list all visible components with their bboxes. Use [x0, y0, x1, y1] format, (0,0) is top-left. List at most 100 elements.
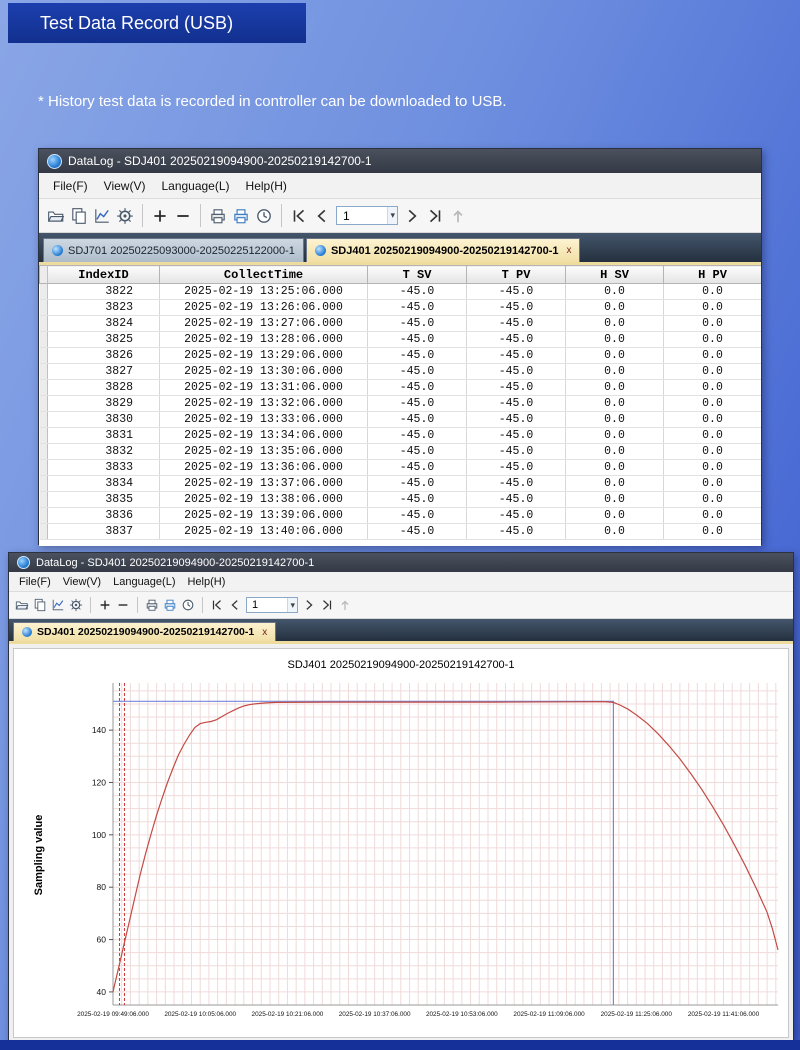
- tab-sdj401[interactable]: SDJ401 20250219094900-20250219142700-1 x: [13, 622, 276, 641]
- open-icon[interactable]: [15, 598, 29, 612]
- timer-icon[interactable]: [255, 207, 273, 225]
- cell: 0.0: [566, 380, 664, 396]
- cell: 3835: [48, 492, 160, 508]
- table-row[interactable]: 38372025-02-19 13:40:06.000-45.0-45.00.0…: [40, 524, 762, 540]
- remove-icon[interactable]: [174, 207, 192, 225]
- prev-page-icon[interactable]: [313, 207, 331, 225]
- menubar: File(F)View(V)Language(L)Help(H): [9, 572, 793, 592]
- copy-icon[interactable]: [33, 598, 47, 612]
- menubar: File(F)View(V)Language(L)Help(H): [39, 173, 761, 199]
- table-row[interactable]: 38352025-02-19 13:38:06.000-45.0-45.00.0…: [40, 492, 762, 508]
- column-header[interactable]: CollectTime: [160, 266, 368, 284]
- cell: 0.0: [566, 364, 664, 380]
- add-icon[interactable]: [98, 598, 112, 612]
- copy-icon[interactable]: [70, 207, 88, 225]
- cell: 0.0: [664, 444, 762, 460]
- print-all-icon[interactable]: [232, 207, 250, 225]
- last-page-icon[interactable]: [426, 207, 444, 225]
- page-number-input[interactable]: 1▾: [246, 597, 298, 613]
- remove-icon[interactable]: [116, 598, 130, 612]
- menu-file[interactable]: File(F): [13, 575, 57, 589]
- table-row[interactable]: 38272025-02-19 13:30:06.000-45.0-45.00.0…: [40, 364, 762, 380]
- svg-text:2025-02-19 11:09:06.000: 2025-02-19 11:09:06.000: [513, 1011, 585, 1018]
- print-all-icon[interactable]: [163, 598, 177, 612]
- chart-icon[interactable]: [93, 207, 111, 225]
- cell: 0.0: [566, 428, 664, 444]
- table-row[interactable]: 38242025-02-19 13:27:06.000-45.0-45.00.0…: [40, 316, 762, 332]
- first-page-icon[interactable]: [290, 207, 308, 225]
- page-number-input[interactable]: 1▾: [336, 206, 398, 225]
- chart-title: SDJ401 20250219094900-20250219142700-1: [14, 649, 788, 673]
- table-row[interactable]: 38322025-02-19 13:35:06.000-45.0-45.00.0…: [40, 444, 762, 460]
- prev-page-icon[interactable]: [228, 598, 242, 612]
- close-tab-icon[interactable]: x: [566, 245, 571, 256]
- close-tab-icon[interactable]: x: [262, 627, 267, 638]
- column-header[interactable]: T SV: [368, 266, 467, 284]
- table-row[interactable]: 38312025-02-19 13:34:06.000-45.0-45.00.0…: [40, 428, 762, 444]
- dropdown-arrow-icon[interactable]: ▾: [287, 598, 297, 612]
- datalog-tab-icon: [22, 627, 32, 637]
- row-gutter: [40, 380, 48, 396]
- first-page-icon[interactable]: [210, 598, 224, 612]
- cell: 2025-02-19 13:27:06.000: [160, 316, 368, 332]
- cell: 3824: [48, 316, 160, 332]
- column-header[interactable]: T PV: [467, 266, 566, 284]
- column-header[interactable]: H PV: [664, 266, 762, 284]
- last-page-icon[interactable]: [320, 598, 334, 612]
- settings-icon[interactable]: [116, 207, 134, 225]
- active-tab-underline: [9, 641, 793, 644]
- titlebar[interactable]: DataLog - SDJ401 20250219094900-20250219…: [9, 553, 793, 572]
- menu-help[interactable]: Help(H): [181, 575, 231, 589]
- dropdown-arrow-icon[interactable]: ▾: [387, 207, 397, 224]
- chart-icon[interactable]: [51, 598, 65, 612]
- next-page-icon[interactable]: [302, 598, 316, 612]
- tab-sdj701[interactable]: SDJ701 20250225093000-20250225122000-1: [43, 238, 304, 262]
- cell: -45.0: [467, 524, 566, 540]
- tab-sdj401[interactable]: SDJ401 20250219094900-20250219142700-1 x: [306, 238, 581, 262]
- cell: 0.0: [566, 508, 664, 524]
- table-row[interactable]: 38232025-02-19 13:26:06.000-45.0-45.00.0…: [40, 300, 762, 316]
- table-row[interactable]: 38302025-02-19 13:33:06.000-45.0-45.00.0…: [40, 412, 762, 428]
- menu-view[interactable]: View(V): [57, 575, 107, 589]
- row-gutter: [40, 348, 48, 364]
- cell: 2025-02-19 13:38:06.000: [160, 492, 368, 508]
- row-gutter-header: [40, 266, 48, 284]
- menu-file[interactable]: File(F): [45, 177, 96, 195]
- timer-icon[interactable]: [181, 598, 195, 612]
- cell: -45.0: [368, 492, 467, 508]
- cell: -45.0: [467, 396, 566, 412]
- svg-text:2025-02-19 11:25:06.000: 2025-02-19 11:25:06.000: [601, 1011, 673, 1018]
- cell: -45.0: [368, 460, 467, 476]
- column-header[interactable]: H SV: [566, 266, 664, 284]
- cell: 0.0: [664, 476, 762, 492]
- next-page-icon[interactable]: [403, 207, 421, 225]
- print-icon[interactable]: [145, 598, 159, 612]
- svg-text:2025-02-19 10:05:06.000: 2025-02-19 10:05:06.000: [164, 1011, 236, 1018]
- add-icon[interactable]: [151, 207, 169, 225]
- cell: 2025-02-19 13:34:06.000: [160, 428, 368, 444]
- table-row[interactable]: 38362025-02-19 13:39:06.000-45.0-45.00.0…: [40, 508, 762, 524]
- tab-strip: SDJ701 20250225093000-20250225122000-1 S…: [39, 233, 761, 262]
- table-row[interactable]: 38282025-02-19 13:31:06.000-45.0-45.00.0…: [40, 380, 762, 396]
- table-row[interactable]: 38252025-02-19 13:28:06.000-45.0-45.00.0…: [40, 332, 762, 348]
- menu-view[interactable]: View(V): [96, 177, 154, 195]
- series-sv: [113, 701, 613, 1005]
- open-icon[interactable]: [47, 207, 65, 225]
- table-row[interactable]: 38342025-02-19 13:37:06.000-45.0-45.00.0…: [40, 476, 762, 492]
- tab-label: SDJ401 20250219094900-20250219142700-1: [331, 245, 559, 257]
- titlebar[interactable]: DataLog - SDJ401 20250219094900-20250219…: [39, 149, 761, 173]
- menu-language[interactable]: Language(L): [153, 177, 237, 195]
- cell: -45.0: [368, 332, 467, 348]
- table-row[interactable]: 38222025-02-19 13:25:06.000-45.0-45.00.0…: [40, 284, 762, 300]
- table-row[interactable]: 38262025-02-19 13:29:06.000-45.0-45.00.0…: [40, 348, 762, 364]
- menu-help[interactable]: Help(H): [238, 177, 295, 195]
- column-header[interactable]: IndexID: [48, 266, 160, 284]
- cell: 3832: [48, 444, 160, 460]
- row-gutter: [40, 444, 48, 460]
- menu-language[interactable]: Language(L): [107, 575, 181, 589]
- print-icon[interactable]: [209, 207, 227, 225]
- settings-icon[interactable]: [69, 598, 83, 612]
- table-row[interactable]: 38332025-02-19 13:36:06.000-45.0-45.00.0…: [40, 460, 762, 476]
- tab-strip: SDJ401 20250219094900-20250219142700-1 x: [9, 619, 793, 641]
- table-row[interactable]: 38292025-02-19 13:32:06.000-45.0-45.00.0…: [40, 396, 762, 412]
